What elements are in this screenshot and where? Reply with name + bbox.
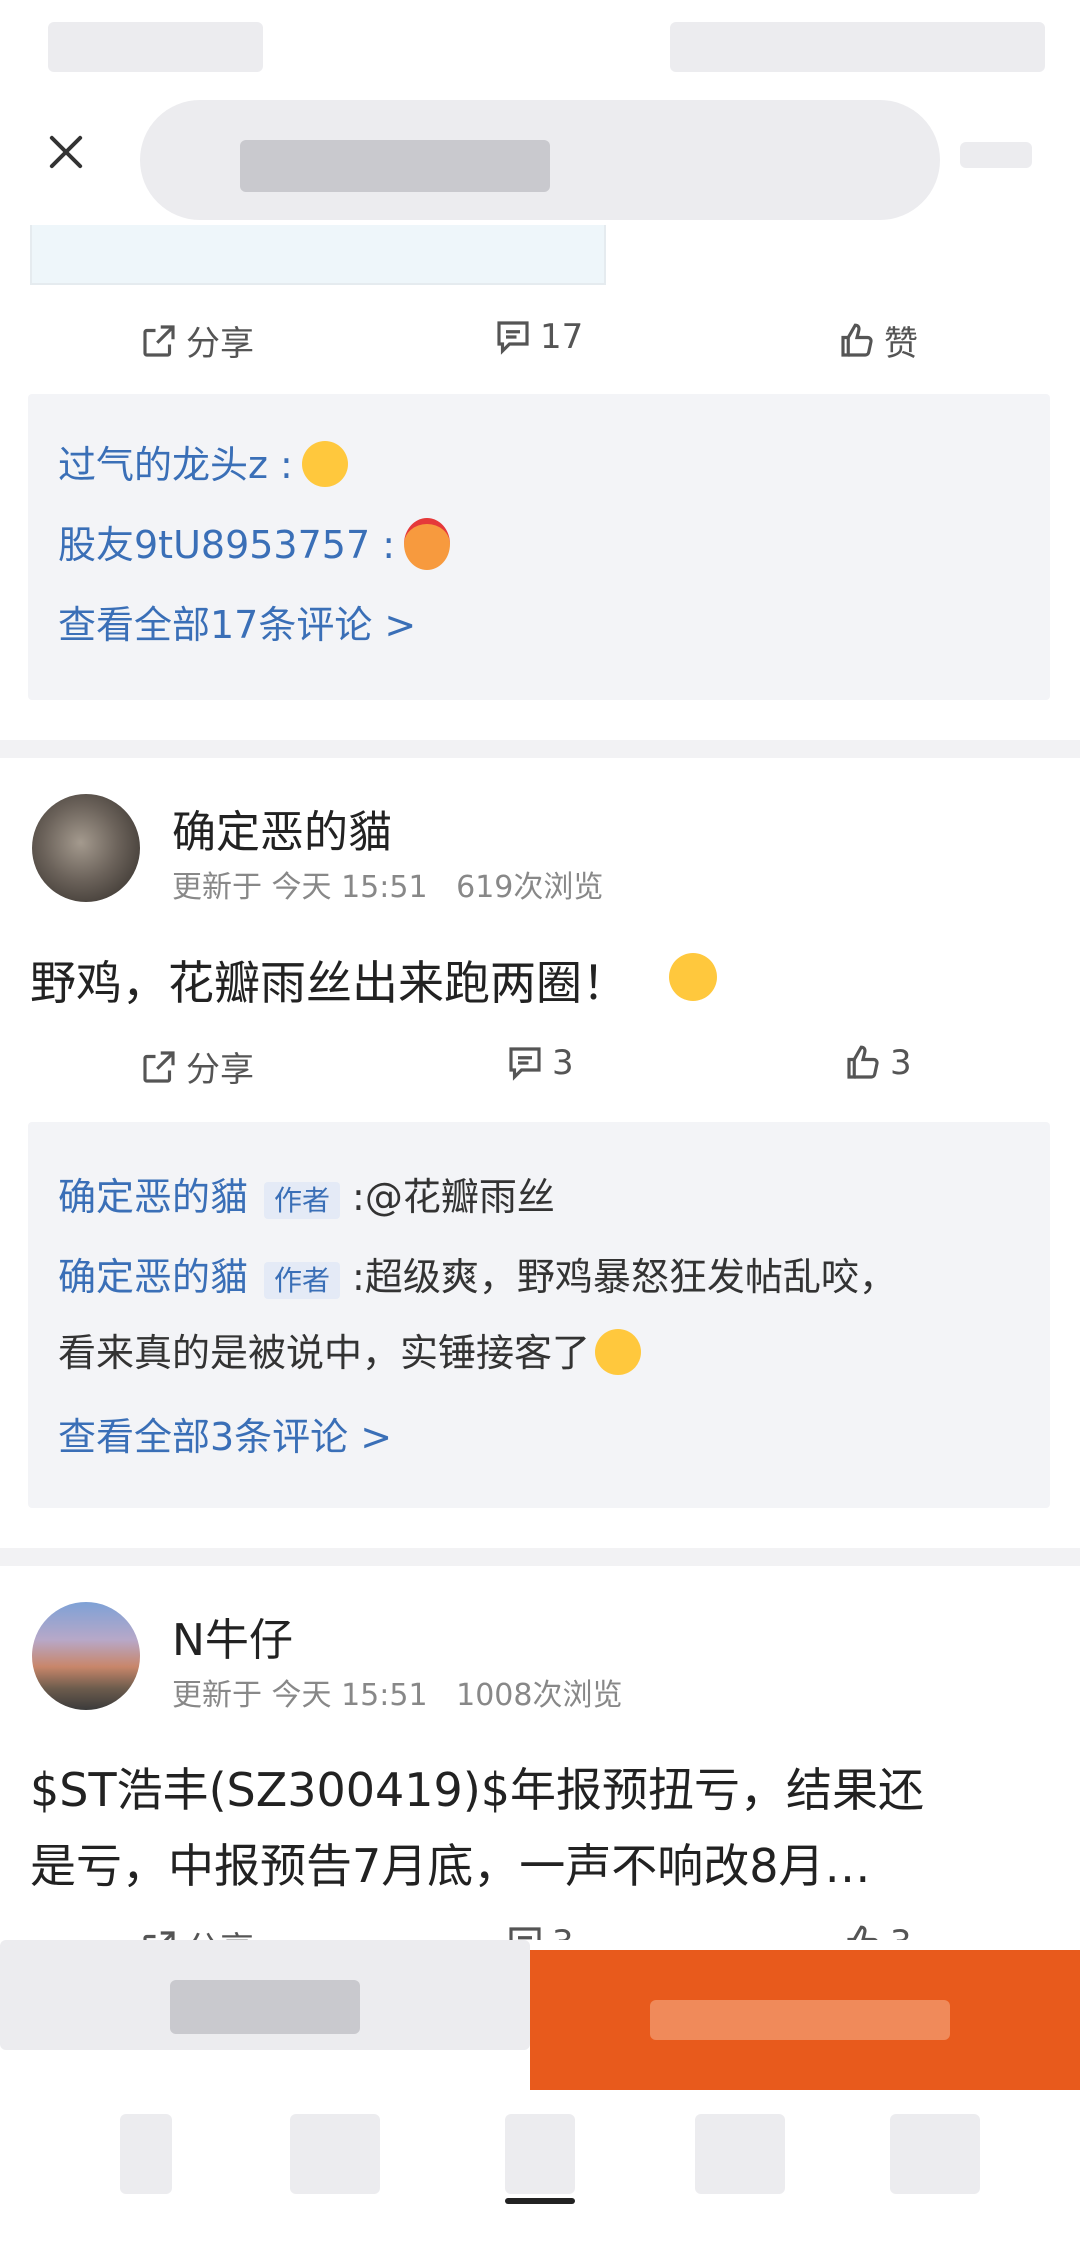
status-bar-right-blurred (670, 22, 1045, 72)
thumbs-up-icon (847, 1045, 879, 1079)
post-image-bottom-edge[interactable] (30, 225, 606, 285)
bottom-input-blurred[interactable] (170, 1980, 360, 2034)
comment-button[interactable]: 17 (492, 316, 583, 358)
comment-username[interactable]: 过气的龙头z : (58, 443, 293, 487)
share-label: 分享 (186, 324, 254, 364)
header-right-blurred (960, 142, 1032, 168)
header-title-inner-blurred (240, 140, 550, 192)
comment-text: :@花瓣雨丝 (352, 1175, 555, 1219)
comments-box: 过气的龙头z : 股友9tU8953757 : 查看全部17条评论 > (28, 394, 1050, 700)
comment-row[interactable]: 过气的龙头z : (58, 434, 348, 497)
share-label: 分享 (186, 1050, 254, 1090)
like-count: 3 (890, 1043, 912, 1083)
tab-icon-5-blurred[interactable] (890, 2114, 980, 2194)
tab-icon-4-blurred[interactable] (695, 2114, 785, 2194)
divider (0, 1548, 1080, 1566)
comment-text: 看来真的是被说中，实锤接客了 (58, 1331, 591, 1375)
tab-icon-2-blurred[interactable] (290, 2114, 380, 2194)
bottom-bar (0, 1940, 1080, 2244)
tab-icon-3-blurred[interactable] (505, 2114, 575, 2194)
comment-count: 3 (552, 1043, 574, 1083)
post-text-line: 是亏，中报预告7月底，一声不响改8月… (30, 1839, 871, 1893)
post-content[interactable]: 野鸡，花瓣雨丝出来跑两圈！ (30, 945, 717, 1021)
divider (0, 740, 1080, 758)
comment-text: :超级爽，野鸡暴怒狂发帖乱咬， (352, 1255, 897, 1299)
post-text: 野鸡，花瓣雨丝出来跑两圈！ (30, 956, 628, 1010)
post-meta: 更新于 今天 15:51 619次浏览 (172, 870, 604, 905)
comment-row[interactable]: 股友9tU8953757 : (58, 514, 451, 580)
share-icon (143, 1050, 175, 1083)
comment-username[interactable]: 确定恶的貓 (58, 1175, 248, 1219)
avatar[interactable] (32, 1602, 140, 1710)
grin-emoji-icon (595, 1328, 642, 1375)
like-button[interactable]: 赞 (836, 316, 918, 365)
tab-icon-1-blurred[interactable] (120, 2114, 172, 2194)
comment-icon (509, 1047, 541, 1081)
thumbs-up-icon (841, 323, 873, 357)
comment-username[interactable]: 股友9tU8953757 : (58, 523, 395, 567)
share-button[interactable]: 分享 (138, 316, 254, 365)
author-name[interactable]: N牛仔 (172, 1604, 293, 1668)
comment-row-continued[interactable]: 看来真的是被说中，实锤接客了 (58, 1322, 642, 1385)
share-icon (143, 324, 175, 357)
cta-label-blurred (650, 2000, 950, 2040)
like-button[interactable]: 3 (842, 1042, 912, 1084)
dizzy-emoji-icon (668, 952, 717, 1001)
post-meta: 更新于 今天 15:51 1008次浏览 (172, 1678, 623, 1713)
author-badge: 作者 (264, 1182, 341, 1219)
comment-count: 17 (540, 317, 584, 357)
comment-button[interactable]: 3 (504, 1042, 574, 1084)
smile-emoji-icon (301, 440, 348, 487)
top-header (0, 0, 1080, 225)
comment-icon (497, 321, 529, 355)
like-label: 赞 (884, 324, 918, 364)
comment-username[interactable]: 确定恶的貓 (58, 1255, 248, 1299)
avatar[interactable] (32, 794, 140, 902)
post-text-line: $ST浩丰(SZ300419)$年报预扭亏，结果还 (30, 1763, 925, 1817)
active-tab-indicator (505, 2198, 575, 2204)
close-icon[interactable] (46, 132, 86, 172)
angry-emoji-icon (404, 517, 451, 570)
author-badge: 作者 (264, 1262, 341, 1299)
author-name[interactable]: 确定恶的貓 (172, 796, 392, 860)
share-button[interactable]: 分享 (138, 1042, 254, 1091)
view-all-comments-link[interactable]: 查看全部3条评论 > (58, 1406, 392, 1461)
post-content[interactable]: $ST浩丰(SZ300419)$年报预扭亏，结果还 是亏，中报预告7月底，一声不… (30, 1752, 924, 1904)
status-bar-left-blurred (48, 22, 263, 72)
comment-row[interactable]: 确定恶的貓 作者 :超级爽，野鸡暴怒狂发帖乱咬， (58, 1246, 897, 1301)
comments-box: 确定恶的貓 作者:@花瓣雨丝 确定恶的貓 作者:超级爽，野鸡暴怒狂发帖乱咬， 看来真… (28, 1122, 1050, 1508)
comment-row[interactable]: 确定恶的貓 作者 :@花瓣雨丝 (58, 1166, 555, 1221)
view-all-comments-link[interactable]: 查看全部17条评论 > (58, 594, 416, 649)
